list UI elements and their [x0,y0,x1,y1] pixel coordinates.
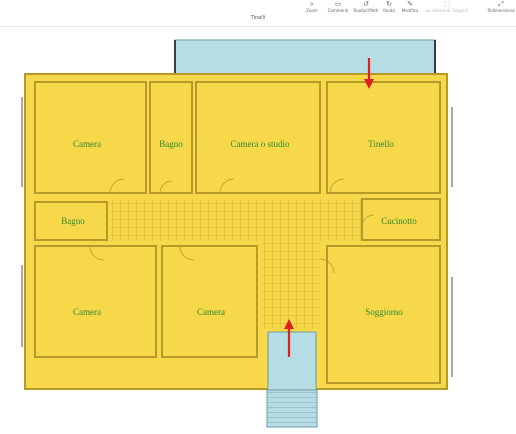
toolbar: ⌕ Zoom ▭ Commenti ↺ Ruota/rifletti ↻ Ruo… [0,0,516,27]
room-label-camera-2: Camera [73,307,101,317]
room-label-camera-1: Camera [73,139,101,149]
room-label-bagno-2: Bagno [61,216,85,226]
zoom-label: Zoom [306,8,318,13]
comment-button[interactable]: ▭ Commenti [324,0,352,13]
zoom-icon: ⌕ [310,0,314,8]
resize-button[interactable]: ⤢ Ridimensiona [487,0,515,13]
document-title: Tinelli [250,15,266,21]
corridor-tiles [110,199,362,241]
room-label-bagno-1: Bagno [159,139,183,149]
room-label-camera-3: Camera [197,307,225,317]
room-label-soggiorno: Soggiorno [365,307,403,317]
floorplan-image: Camera Bagno Camera o studio Tinello Bag… [0,27,516,429]
entrance-stairs [266,388,318,428]
floorplan-drawing [21,39,453,428]
room-label-tinello: Tinello [368,139,394,149]
resize-label: Ridimensiona [487,8,515,13]
room-label-cucinotto: Cucinotto [381,216,417,226]
comment-label: Commenti [327,8,349,13]
select-icon: ⬚ [443,0,451,8]
select-button[interactable]: ⬚ La selezione: Scegli il [420,0,474,13]
entrance-hall-tiles [262,241,320,329]
top-balcony [174,39,436,75]
select-label: La selezione: Scegli il [425,8,469,13]
room-label-camera-studio: Camera o studio [230,139,290,149]
comment-icon: ▭ [334,0,342,8]
resize-icon: ⤢ [498,0,504,8]
zoom-button[interactable]: ⌕ Zoom [298,0,326,13]
